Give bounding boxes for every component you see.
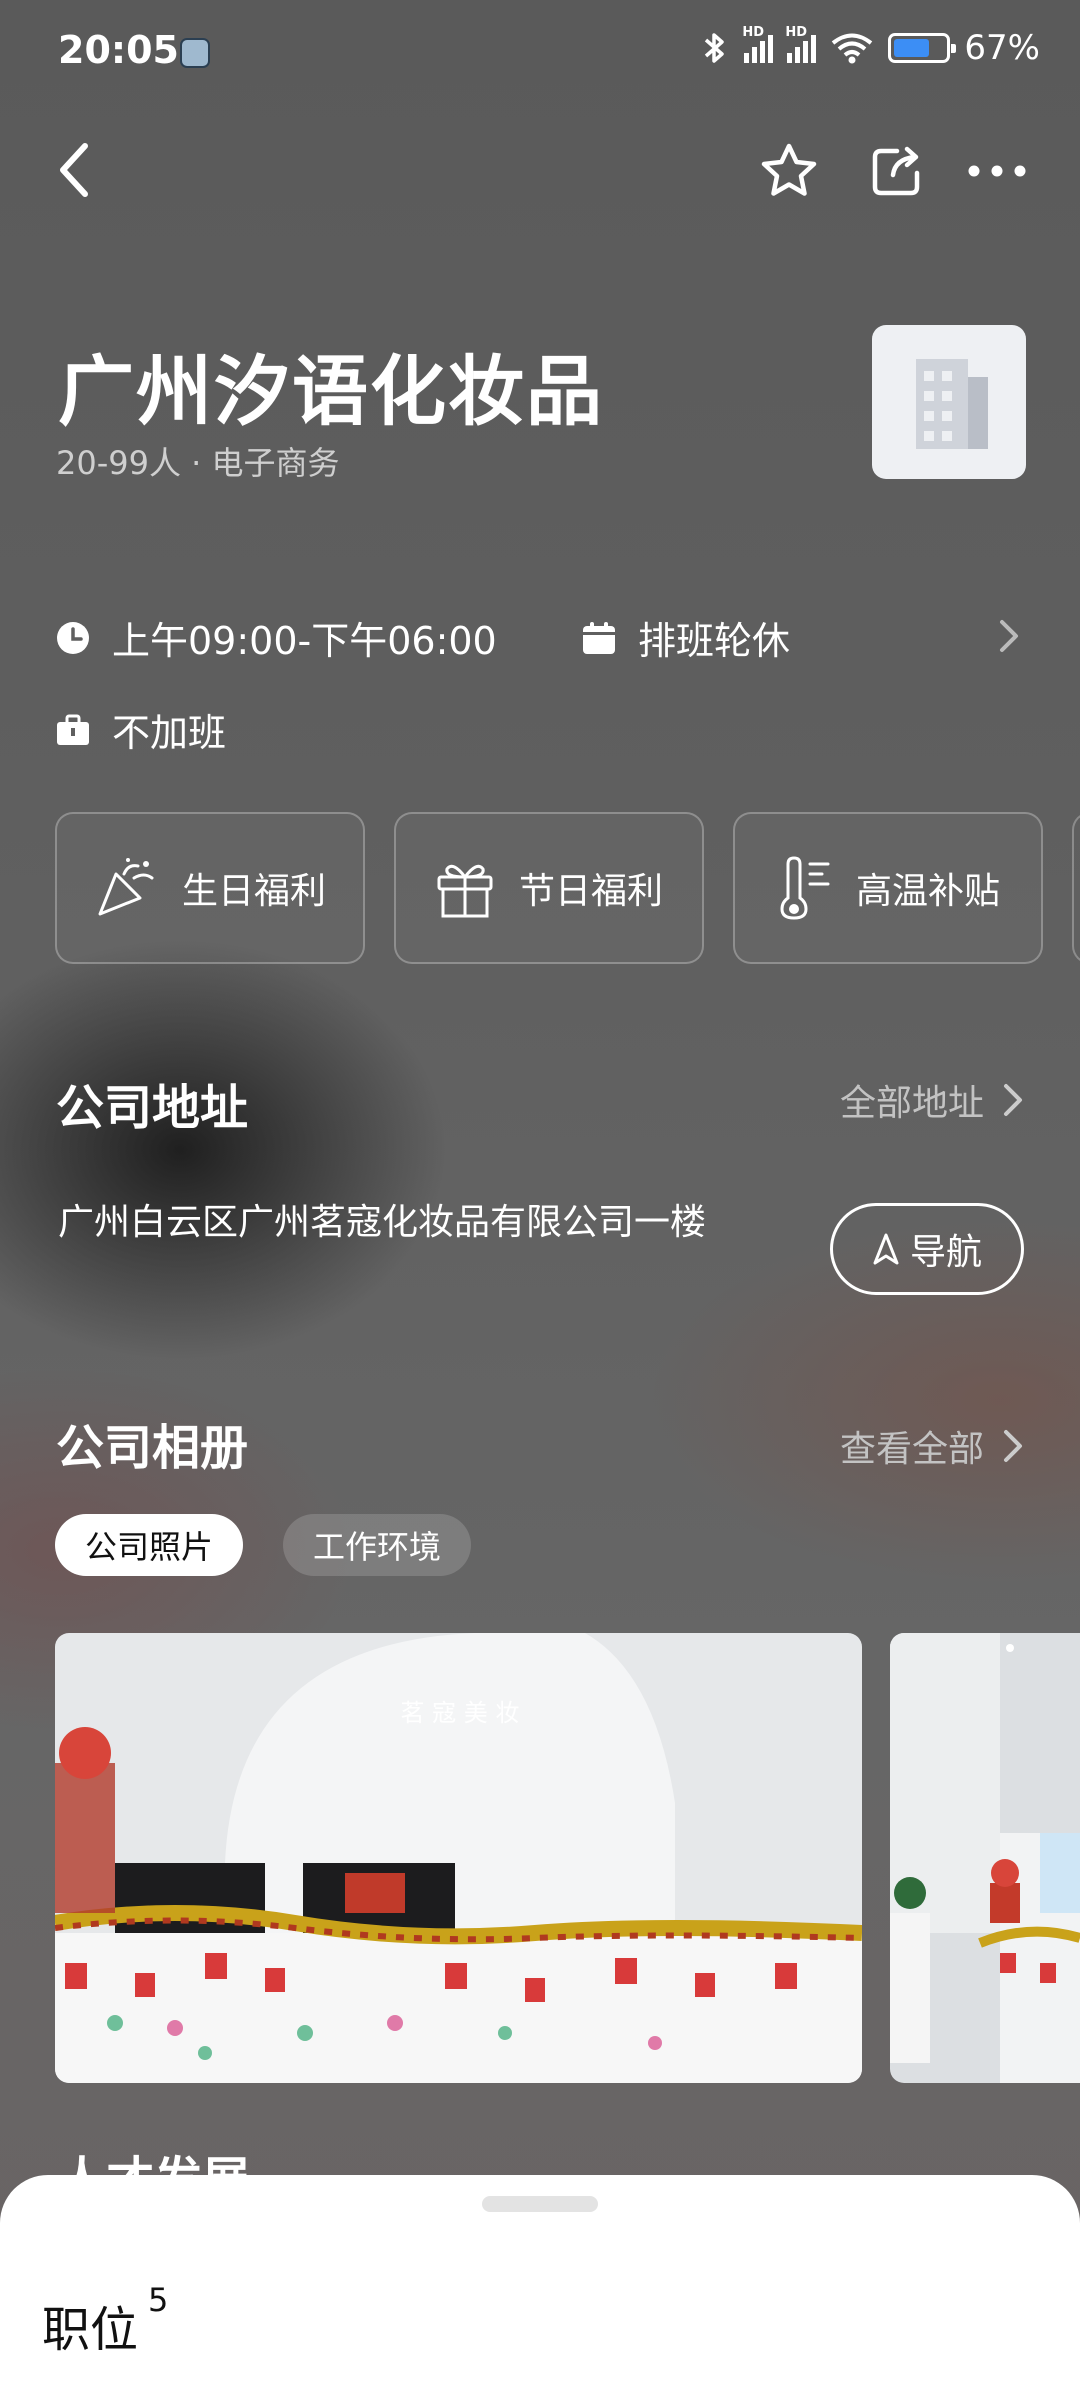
more-icon <box>968 165 1026 177</box>
work-schedule[interactable]: 排班轮休 <box>582 610 790 665</box>
signal-hd-icon: HD <box>785 25 817 63</box>
all-addresses-label: 全部地址 <box>839 1083 984 1124</box>
all-addresses-link[interactable]: 全部地址 <box>840 1074 1024 1126</box>
view-all-label: 查看全部 <box>839 1429 984 1470</box>
office-reception-photo: 茗 寇 美 妆 <box>55 1633 862 2083</box>
album-section-title: 公司相册 <box>56 1420 249 1476</box>
share-button[interactable] <box>862 136 932 206</box>
back-button[interactable] <box>40 135 110 205</box>
company-meta: 20-99人 · 电子商务 <box>56 444 340 482</box>
building-icon <box>916 359 988 449</box>
thermometer-icon <box>780 856 830 920</box>
chevron-right-icon <box>1004 1084 1022 1116</box>
chevron-right-icon <box>1004 1430 1022 1462</box>
tab-work-environment[interactable]: 工作环境 <box>283 1514 472 1576</box>
navigation-arrow-icon <box>873 1233 899 1265</box>
gift-icon <box>437 864 493 918</box>
company-photo[interactable] <box>890 1633 1080 2083</box>
work-info-chevron[interactable] <box>998 618 1020 658</box>
overtime-info: 不加班 <box>56 702 226 757</box>
briefcase-icon <box>57 714 89 745</box>
photo-sign-text: 茗 寇 美 妆 <box>401 1699 520 1727</box>
view-all-photos-link[interactable]: 查看全部 <box>840 1420 1024 1472</box>
benefit-label: 节日福利 <box>518 871 663 912</box>
benefit-more-peek[interactable] <box>1072 812 1080 964</box>
favorite-button[interactable] <box>754 136 824 206</box>
status-time: 20:05 <box>58 28 179 72</box>
status-icons: HD HD 67% <box>700 25 1040 68</box>
benefit-holiday[interactable]: 节日福利 <box>394 812 704 964</box>
overtime-text: 不加班 <box>112 711 227 755</box>
benefit-birthday[interactable]: 生日福利 <box>55 812 365 964</box>
star-icon <box>761 143 817 196</box>
benefit-label: 高温补贴 <box>855 871 1000 912</box>
work-schedule-text: 排班轮休 <box>638 619 791 663</box>
share-icon <box>872 146 920 196</box>
clock-icon <box>57 621 89 654</box>
party-popper-icon <box>98 858 154 916</box>
calendar-icon <box>583 621 615 654</box>
wifi-icon <box>832 33 873 64</box>
signal-hd-icon: HD <box>742 25 774 63</box>
battery-percent: 67% <box>964 28 1040 68</box>
more-button[interactable] <box>962 136 1032 206</box>
bluetooth-icon <box>705 33 725 63</box>
alarm-app-icon <box>180 38 210 68</box>
jobs-label: 职位 <box>42 2302 139 2358</box>
jobs-count: 5 <box>148 2281 169 2319</box>
company-address: 广州白云区广州茗寇化妆品有限公司一楼 <box>58 1202 707 1243</box>
navigation-label: 导航 <box>909 1232 982 1273</box>
benefit-heat-allowance[interactable]: 高温补贴 <box>733 812 1043 964</box>
navigation-button[interactable]: 导航 <box>830 1203 1024 1295</box>
work-hours: 上午09:00-下午06:00 <box>56 610 497 665</box>
battery-icon <box>888 33 957 63</box>
sheet-drag-handle[interactable] <box>482 2196 598 2212</box>
chevron-left-icon <box>60 143 88 197</box>
address-section-title: 公司地址 <box>56 1080 249 1136</box>
work-hours-text: 上午09:00-下午06:00 <box>112 619 497 663</box>
company-name: 广州汐语化妆品 <box>58 347 604 436</box>
jobs-header: 职位5 <box>42 2281 168 2360</box>
chevron-right-icon <box>1000 620 1018 652</box>
office-interior-photo <box>890 1633 1080 2083</box>
company-logo[interactable] <box>872 325 1026 479</box>
tab-company-photos[interactable]: 公司照片 <box>55 1514 244 1576</box>
company-photo[interactable]: 茗 寇 美 妆 <box>55 1633 862 2083</box>
benefit-label: 生日福利 <box>181 871 326 912</box>
